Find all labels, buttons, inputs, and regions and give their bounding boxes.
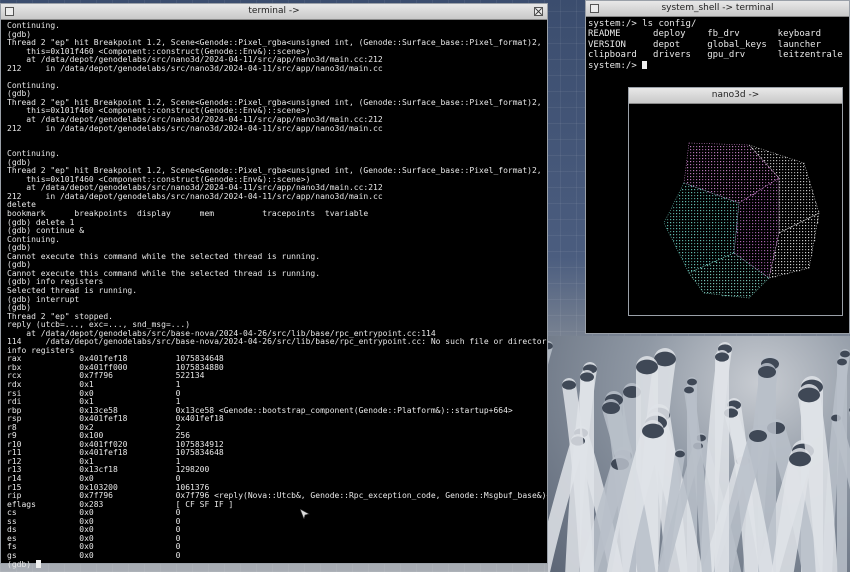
coral-tip bbox=[684, 386, 694, 394]
terminal-line: Continuing. bbox=[7, 80, 60, 90]
terminal-line: 212 in /data/depot/genodelabs/src/nano3d… bbox=[7, 191, 383, 201]
terminal-line: VERSION depot global_keys launcher manag… bbox=[588, 39, 821, 50]
text-cursor bbox=[642, 60, 648, 69]
coral-tip bbox=[837, 358, 847, 366]
terminal-line: bookmark breakpoints display mem tracepo… bbox=[7, 209, 369, 219]
coral-tip bbox=[715, 352, 729, 362]
terminal-line: README deploy fb_drv keyboard manage bbox=[588, 29, 821, 40]
coral-tip bbox=[687, 378, 697, 386]
window-menu-icon[interactable] bbox=[5, 7, 14, 16]
mesh-dots bbox=[734, 181, 778, 276]
terminal-output[interactable]: Continuing. (gdb) Thread 2 "ep" hit Breakp… bbox=[1, 20, 547, 570]
terminal-line: (gdb) continue & bbox=[7, 226, 85, 236]
terminal-line: Selected thread is running. bbox=[7, 285, 138, 295]
coral-tip bbox=[636, 359, 658, 375]
terminal-titlebar[interactable]: terminal -> bbox=[1, 4, 547, 20]
terminal-line: Continuing. bbox=[7, 21, 60, 30]
coral-tip bbox=[758, 366, 776, 378]
wallpaper-photo bbox=[548, 336, 850, 572]
terminal-line: Cannot execute this command while the se… bbox=[7, 251, 321, 261]
coral-tip bbox=[789, 451, 811, 467]
shell-titlebar[interactable]: system_shell -> terminal bbox=[586, 1, 849, 17]
text-cursor bbox=[35, 560, 41, 569]
nano3d-titlebar[interactable]: nano3d -> bbox=[629, 88, 842, 104]
nano3d-title: nano3d -> bbox=[711, 90, 760, 100]
terminal-line: 212 in /data/depot/genodelabs/src/nano3d… bbox=[7, 63, 383, 73]
coral-tip bbox=[798, 387, 820, 403]
coral-tip bbox=[840, 350, 850, 358]
terminal-title: terminal -> bbox=[248, 6, 300, 16]
terminal-line: 114 /data/depot/genodelabs/src/base-nova… bbox=[7, 337, 547, 347]
shell-output[interactable]: system:/> ls config/README deploy fb_drv… bbox=[586, 17, 849, 71]
prompt-text: (gdb) bbox=[7, 560, 36, 570]
coral-tip bbox=[675, 450, 685, 458]
terminal-line: Continuing. bbox=[7, 234, 60, 244]
terminal-line: system:/> ls config/ bbox=[588, 19, 697, 29]
close-icon[interactable] bbox=[534, 7, 543, 16]
coral-tip bbox=[642, 423, 664, 439]
rotating-dodecahedron bbox=[663, 142, 820, 299]
coral-tip bbox=[562, 380, 576, 390]
terminal-line: 212 in /data/depot/genodelabs/src/nano3d… bbox=[7, 123, 383, 133]
terminal-window[interactable]: terminal -> Continuing. (gdb) Thread 2 "ep… bbox=[0, 3, 548, 569]
prompt-line[interactable]: (gdb) bbox=[7, 560, 547, 570]
shell-title: system_shell -> terminal bbox=[661, 3, 774, 13]
coral-tip bbox=[580, 372, 594, 382]
mouse-pointer-icon bbox=[300, 509, 310, 519]
terminal-line: Continuing. bbox=[7, 149, 60, 159]
prompt-line[interactable]: system:/> bbox=[588, 60, 849, 71]
terminal-line: gs 0x0 0 bbox=[7, 550, 181, 560]
terminal-line: (gdb) delete 1 bbox=[7, 217, 75, 227]
prompt-text: system:/> bbox=[588, 60, 643, 71]
window-menu-icon[interactable] bbox=[590, 4, 599, 13]
nano3d-window[interactable]: nano3d -> bbox=[628, 87, 843, 316]
coral-tip bbox=[749, 430, 767, 442]
terminal-line: clipboard drivers gpu_drv leitzentrale n… bbox=[588, 50, 843, 61]
coral-tip bbox=[602, 402, 620, 414]
terminal-line: (gdb) interrupt bbox=[7, 294, 80, 304]
